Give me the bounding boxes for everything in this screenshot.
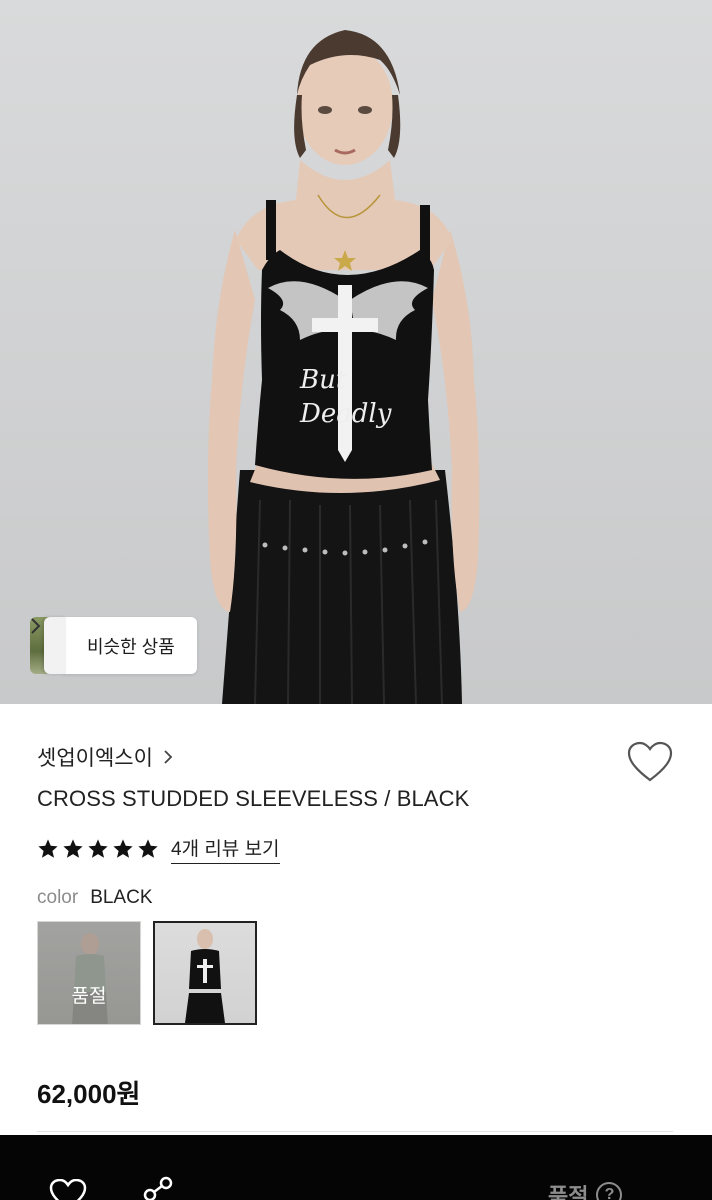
bottom-action-bar: 품절 ? [0, 1135, 712, 1200]
brand-link[interactable]: 셋업이엑스이 [37, 742, 173, 772]
swatch-thumbnail-image [185, 929, 225, 1023]
color-swatches: 품절 [37, 921, 257, 1025]
rating-row: 4개 리뷰 보기 [37, 834, 280, 864]
star-filled-icon [88, 839, 108, 858]
star-filled-icon [113, 839, 133, 858]
star-filled-icon [138, 839, 158, 858]
product-title: CROSS STUDDED SLEEVELESS / BLACK [37, 786, 470, 811]
view-reviews-link[interactable]: 4개 리뷰 보기 [171, 834, 280, 864]
soldout-status-label: 품절 [548, 1184, 589, 1200]
model-photo-illustration: But Deadly [207, 30, 480, 704]
soldout-label: 품절 [71, 986, 107, 1007]
color-label: color [37, 887, 79, 908]
color-swatch-black[interactable] [153, 921, 257, 1025]
share-icon[interactable] [140, 1175, 180, 1200]
similar-products-chip[interactable]: 비슷한 상품 [30, 617, 197, 674]
heart-outline-icon[interactable] [48, 1179, 88, 1200]
chevron-right-icon [31, 618, 41, 634]
soldout-status-button[interactable]: 품절 ? [548, 1179, 623, 1200]
product-price: 62,000원 [37, 1079, 141, 1109]
color-option-row: color BLACK [37, 887, 153, 909]
question-circle-icon[interactable]: ? [596, 1182, 623, 1200]
rating-stars [37, 838, 159, 860]
similar-thumbnail [44, 617, 66, 674]
color-selected-value: BLACK [90, 887, 153, 908]
divider [37, 1131, 673, 1132]
chevron-right-icon [164, 750, 173, 764]
svg-text:Deadly: Deadly [299, 399, 392, 429]
color-swatch-sage[interactable]: 품절 [37, 921, 141, 1025]
brand-name: 셋업이엑스이 [37, 747, 153, 770]
product-hero-image[interactable]: But Deadly 비슷한 상품 [0, 0, 712, 704]
star-filled-icon [38, 839, 58, 858]
soldout-overlay: 품절 [38, 922, 140, 1024]
similar-products-label: 비슷한 상품 [87, 636, 175, 657]
svg-text:But: But [299, 365, 347, 395]
similar-products-button[interactable]: 비슷한 상품 [31, 617, 197, 674]
star-filled-icon [63, 839, 83, 858]
wishlist-heart-icon[interactable] [626, 740, 674, 784]
